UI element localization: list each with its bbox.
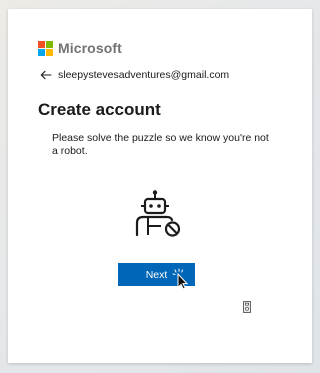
robot-blocked-icon — [135, 190, 181, 237]
identity-banner: sleepystevesadventures@gmail.com — [40, 69, 229, 81]
microsoft-logo-icon — [38, 40, 53, 56]
brand-name: Microsoft — [58, 40, 122, 56]
audio-challenge-icon[interactable] — [243, 301, 251, 313]
page-title: Create account — [38, 100, 161, 119]
account-email: sleepystevesadventures@gmail.com — [58, 69, 230, 81]
signup-card: Microsoft sleepystevesadventures@gmail.c… — [8, 9, 312, 363]
next-button[interactable]: Next — [118, 263, 195, 286]
microsoft-logo: Microsoft — [38, 40, 122, 56]
back-arrow-icon[interactable] — [40, 69, 52, 81]
puzzle-description: Please solve the puzzle so we know you'r… — [52, 132, 269, 157]
